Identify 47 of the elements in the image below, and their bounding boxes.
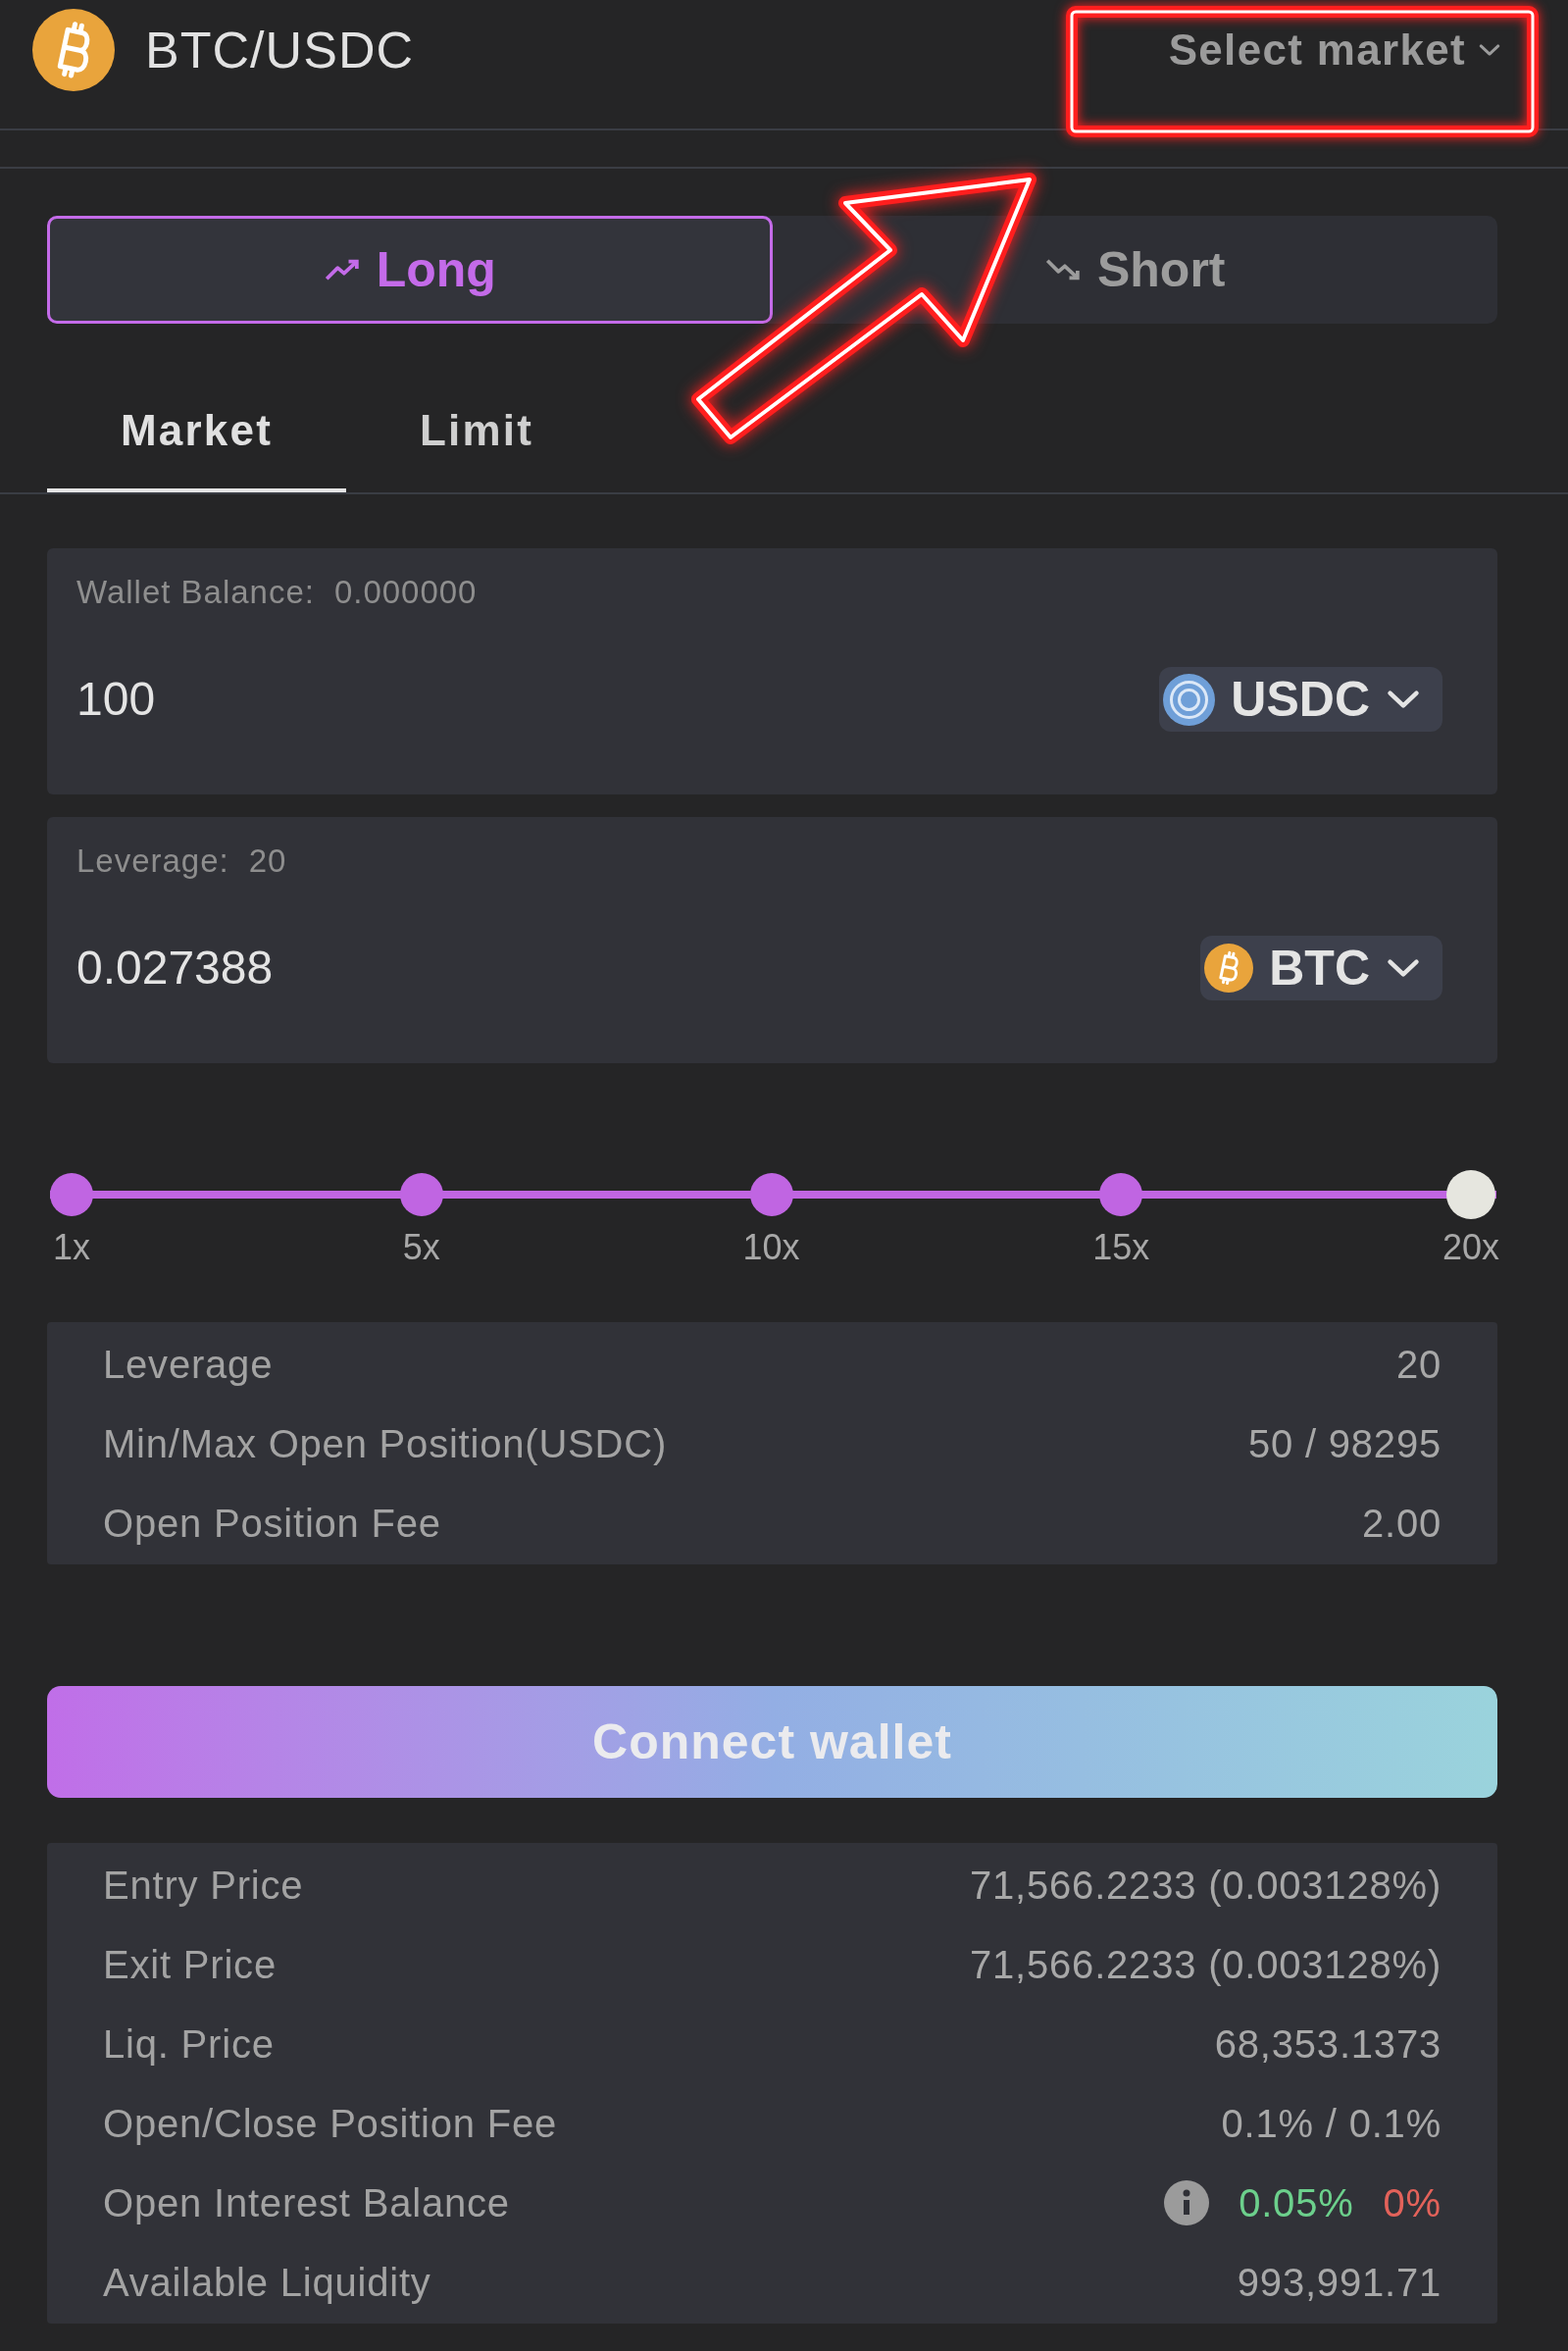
token-select-button[interactable]: USDC: [1159, 667, 1442, 732]
summary-value: 50 / 98295: [1247, 1420, 1442, 1467]
detail-label: Open Interest Balance: [103, 2179, 510, 2226]
trend-up-icon: [323, 257, 361, 282]
side-tab[interactable]: Long: [47, 216, 773, 324]
short-interest-value: 0%: [1383, 2179, 1442, 2226]
detail-label: Open/Close Position Fee: [103, 2100, 558, 2147]
chevron-down-icon: [1478, 43, 1501, 57]
field-caption: Leverage:: [76, 842, 229, 882]
slider-mark-label: 1x: [53, 1226, 90, 1269]
detail-label: Available Liquidity: [103, 2259, 431, 2306]
summary-label: Open Position Fee: [103, 1500, 441, 1547]
info-icon[interactable]: [1164, 2179, 1210, 2225]
detail-value: 993,991.71: [1237, 2259, 1442, 2306]
amount-input[interactable]: 100: [76, 670, 665, 729]
detail-value: 68,353.1373: [1214, 2020, 1442, 2068]
detail-label: Exit Price: [103, 1941, 277, 1988]
side-tab[interactable]: Short: [772, 216, 1497, 324]
caption-value: 0.000000: [333, 573, 478, 613]
slider-mark-label: 20x: [1442, 1226, 1499, 1269]
order-type-tab[interactable]: Market: [47, 373, 347, 492]
slider-mark-label: 5x: [402, 1226, 440, 1269]
chevron-down-icon: [1386, 957, 1421, 979]
bitcoin-logo-icon: [1204, 944, 1254, 993]
bitcoin-logo-icon: [32, 9, 115, 91]
long-interest-value: 0.05%: [1239, 2179, 1354, 2226]
order-type-tab[interactable]: Limit: [346, 373, 608, 492]
summary-value: 2.00: [1361, 1500, 1442, 1547]
pair-title: BTC/USDC: [145, 21, 415, 80]
slider-mark-label: 10x: [742, 1226, 800, 1269]
chevron-down-icon: [1386, 689, 1421, 710]
caption-value: 20: [248, 842, 287, 882]
amount-input[interactable]: 0.027388: [76, 939, 665, 997]
detail-value: 71,566.2233 (0.003128%): [970, 1941, 1442, 1988]
trend-down-icon: [1043, 257, 1082, 282]
field-caption: Wallet Balance:: [76, 573, 315, 613]
summary-label: Leverage: [103, 1341, 274, 1388]
summary-value: 20: [1395, 1341, 1442, 1388]
token-select-button[interactable]: BTC: [1200, 936, 1442, 1000]
slider-thumb[interactable]: [1446, 1170, 1495, 1219]
coin-logo-icon: [1163, 673, 1216, 726]
detail-value: 0.1% / 0.1%: [1221, 2100, 1442, 2147]
detail-label: Liq. Price: [103, 2020, 275, 2068]
detail-label: Entry Price: [103, 1862, 304, 1909]
summary-label: Min/Max Open Position(USDC): [103, 1420, 668, 1467]
detail-value: 71,566.2233 (0.003128%): [970, 1862, 1442, 1909]
slider-mark-label: 15x: [1092, 1226, 1150, 1269]
